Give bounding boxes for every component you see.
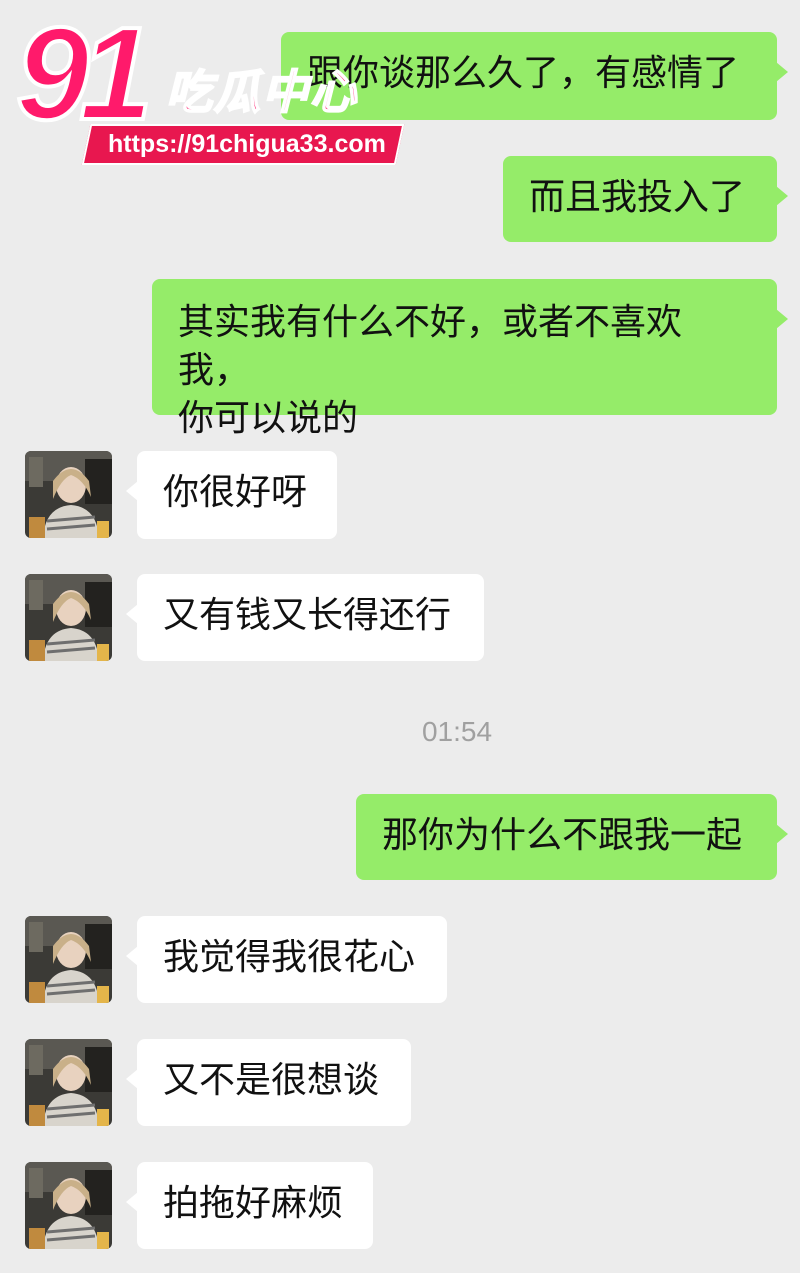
- message-text: 又不是很想谈: [163, 1060, 380, 1101]
- received-message-bubble[interactable]: 我觉得我很花心: [126, 916, 447, 1003]
- message-text-line: 你可以说的: [178, 398, 359, 439]
- received-message-bubble[interactable]: 又不是很想谈: [126, 1039, 411, 1126]
- message-text-line: 其实我有什么不好，或者不喜欢我，: [178, 302, 683, 391]
- message-text: 你很好呀: [163, 472, 308, 513]
- watermark-logo: 91 吃瓜中心 https://91chigua33.com: [14, 0, 406, 172]
- contact-avatar[interactable]: [25, 451, 112, 538]
- contact-avatar-image: [25, 916, 112, 1003]
- received-message-bubble[interactable]: 你很好呀: [126, 451, 337, 539]
- contact-avatar-image: [25, 574, 112, 661]
- message-text: 拍拖好麻烦: [163, 1183, 344, 1224]
- contact-avatar[interactable]: [25, 1039, 112, 1126]
- contact-avatar-image: [25, 1162, 112, 1249]
- message-text: 又有钱又长得还行: [163, 595, 452, 636]
- sent-message-bubble[interactable]: 而且我投入了: [503, 156, 788, 242]
- contact-avatar-image: [25, 451, 112, 538]
- contact-avatar[interactable]: [25, 1162, 112, 1249]
- contact-avatar-image: [25, 1039, 112, 1126]
- received-message-bubble[interactable]: 拍拖好麻烦: [126, 1162, 373, 1249]
- contact-avatar[interactable]: [25, 574, 112, 661]
- contact-avatar[interactable]: [25, 916, 112, 1003]
- message-text: 我觉得我很花心: [163, 937, 416, 978]
- sent-message-bubble[interactable]: 其实我有什么不好，或者不喜欢我， 你可以说的: [152, 279, 788, 439]
- watermark-url: https://91chigua33.com: [81, 124, 405, 165]
- watermark-name: 吃瓜中心: [165, 64, 358, 120]
- chat-conversation: 跟你谈那么久了，有感情了 而且我投入了 其实我有什么不好，或者不喜欢我， 你可以…: [0, 0, 800, 1273]
- watermark-url-text: https://91chigua33.com: [108, 130, 386, 158]
- message-text: 而且我投入了: [529, 177, 746, 218]
- message-text: 那你为什么不跟我一起: [382, 815, 743, 856]
- received-message-bubble[interactable]: 又有钱又长得还行: [126, 574, 484, 661]
- sent-message-bubble[interactable]: 那你为什么不跟我一起: [356, 794, 788, 880]
- chat-timestamp: 01:54: [421, 716, 493, 747]
